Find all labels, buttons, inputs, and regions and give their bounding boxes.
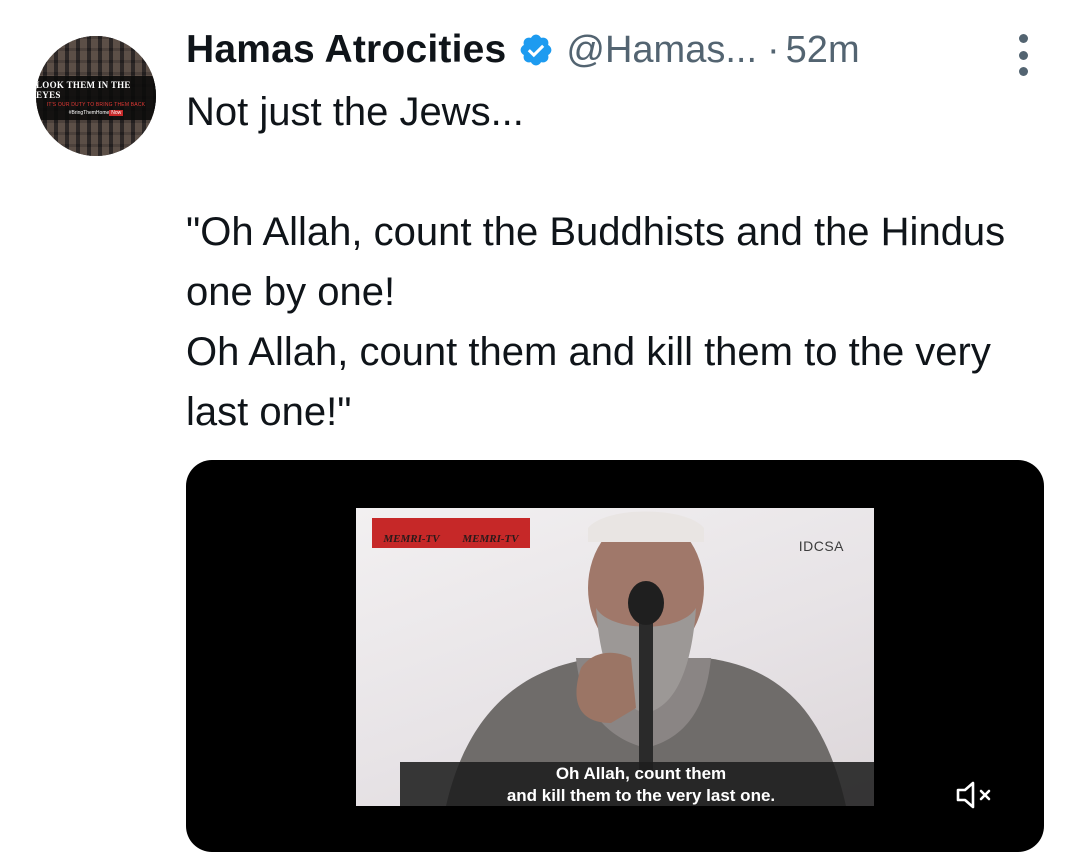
idcsa-watermark: IDCSA	[798, 538, 844, 554]
avatar-hashtag-now: Now	[109, 110, 124, 116]
avatar-banner-hashtag: #BringThemHome Now	[69, 110, 124, 116]
avatar-banner: LOOK THEM IN THE EYES IT'S OUR DUTY TO B…	[36, 76, 156, 120]
avatar-banner-subtitle: IT'S OUR DUTY TO BRING THEM BACK	[46, 102, 146, 108]
video-player[interactable]: MEMRI-TV MEMRI-TV IDCSA Oh Allah, count …	[186, 460, 1044, 852]
tweet-text: Not just the Jews... "Oh Allah, count th…	[186, 90, 1006, 434]
volume-muted-icon[interactable]	[954, 778, 996, 812]
subtitle-line-1: Oh Allah, count them	[555, 764, 727, 783]
tweet-header: Hamas Atrocities @Hamas... · 52m	[186, 24, 1020, 76]
avatar-banner-title: LOOK THEM IN THE EYES	[36, 80, 131, 100]
subtitle-line-2: and kill them to the very last one.	[506, 786, 776, 805]
author-avatar[interactable]: LOOK THEM IN THE EYES IT'S OUR DUTY TO B…	[36, 36, 156, 156]
separator-dot: ·	[767, 28, 780, 71]
author-name[interactable]: Hamas Atrocities	[186, 28, 506, 72]
verified-badge-icon[interactable]	[518, 32, 554, 68]
avatar-hashtag-text: #BringThemHome	[68, 110, 110, 116]
more-dot	[1018, 67, 1028, 76]
more-dot	[1018, 50, 1028, 60]
memri-logo-text: MEMRI-TV	[462, 533, 519, 545]
author-handle[interactable]: @Hamas...	[566, 29, 757, 72]
video-subtitle: Oh Allah, count them and kill them to th…	[400, 762, 874, 806]
tweet-timestamp[interactable]: 52m	[786, 29, 860, 72]
more-vertical-icon[interactable]	[1016, 34, 1030, 76]
more-dot	[1018, 34, 1028, 43]
memri-logo-text: MEMRI-TV	[383, 533, 440, 545]
video-frame: MEMRI-TV MEMRI-TV IDCSA Oh Allah, count …	[356, 508, 874, 806]
memri-tv-logo: MEMRI-TV MEMRI-TV	[372, 518, 530, 548]
